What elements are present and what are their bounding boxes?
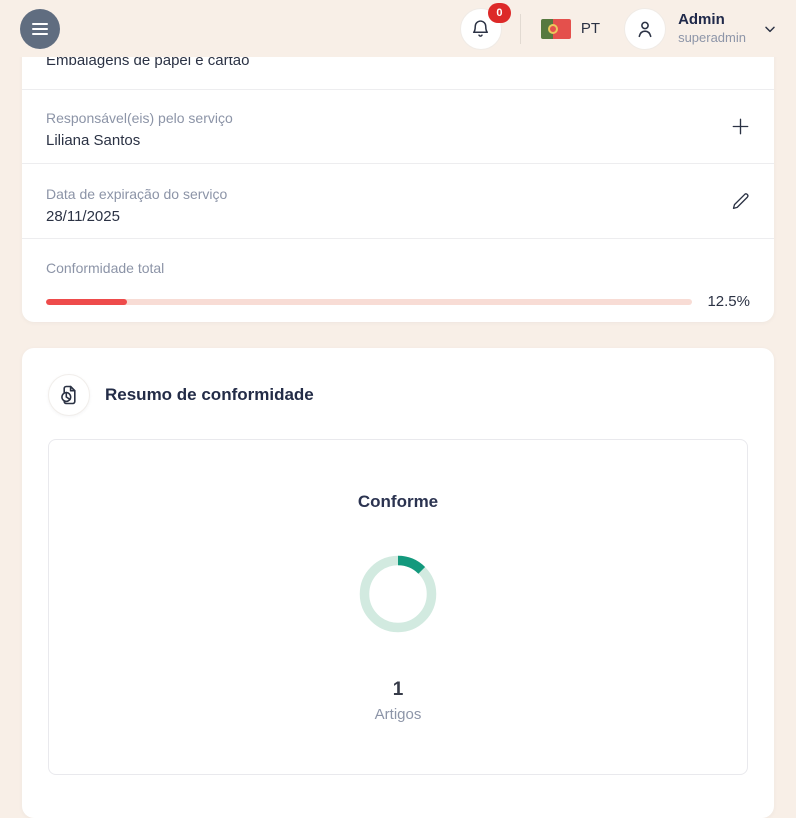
portugal-flag-icon — [541, 19, 571, 39]
donut-chart — [358, 554, 438, 634]
summary-title: Resumo de conformidade — [105, 385, 314, 405]
compliance-progress-bar — [46, 299, 692, 305]
articles-count: 1 — [393, 679, 404, 701]
compliance-summary-card: Resumo de conformidade Conforme 1 Artigo… — [22, 348, 774, 818]
expiration-value: 28/11/2025 — [46, 208, 750, 225]
responsible-value: Liliana Santos — [46, 132, 750, 149]
responsible-row: Responsável(eis) pelo serviço Liliana Sa… — [22, 90, 774, 164]
compliance-total-row: Conformidade total 12.5% — [22, 239, 774, 322]
notification-badge: 0 — [488, 3, 511, 23]
expiration-label: Data de expiração do serviço — [46, 186, 750, 202]
menu-button[interactable] — [20, 9, 60, 49]
avatar[interactable] — [624, 8, 666, 50]
user-icon — [634, 18, 656, 40]
user-name: Admin — [678, 11, 746, 30]
user-menu[interactable]: Admin superadmin — [624, 8, 778, 50]
topbar-divider — [520, 14, 521, 44]
donut-chart-panel: Conforme 1 Artigos — [48, 439, 748, 775]
compliance-total-label: Conformidade total — [46, 260, 750, 276]
compliance-percent: 12.5% — [706, 293, 750, 310]
service-details-card: Embalagens de papel e cartão Responsável… — [22, 20, 774, 322]
plus-icon — [729, 115, 752, 138]
hamburger-icon — [32, 23, 48, 25]
expiration-row: Data de expiração do serviço 28/11/2025 — [22, 164, 774, 239]
user-role: superadmin — [678, 30, 746, 46]
notifications-button[interactable]: 0 — [460, 8, 502, 50]
donut-chart-title: Conforme — [358, 492, 438, 512]
report-document-icon — [57, 383, 81, 407]
language-code: PT — [581, 20, 600, 37]
summary-header: Resumo de conformidade — [22, 348, 774, 416]
bell-icon — [470, 18, 491, 39]
responsible-label: Responsável(eis) pelo serviço — [46, 110, 750, 126]
chevron-down-icon[interactable] — [762, 21, 778, 37]
topbar: 0 PT Admin superadmin — [0, 0, 796, 57]
pencil-icon — [730, 191, 751, 212]
topbar-right: 0 PT Admin superadmin — [460, 0, 778, 57]
compliance-progress-fill — [46, 299, 127, 305]
add-responsible-button[interactable] — [726, 113, 754, 141]
articles-count-label: Artigos — [375, 706, 422, 723]
edit-expiration-button[interactable] — [726, 187, 754, 215]
language-selector[interactable]: PT — [541, 19, 600, 39]
